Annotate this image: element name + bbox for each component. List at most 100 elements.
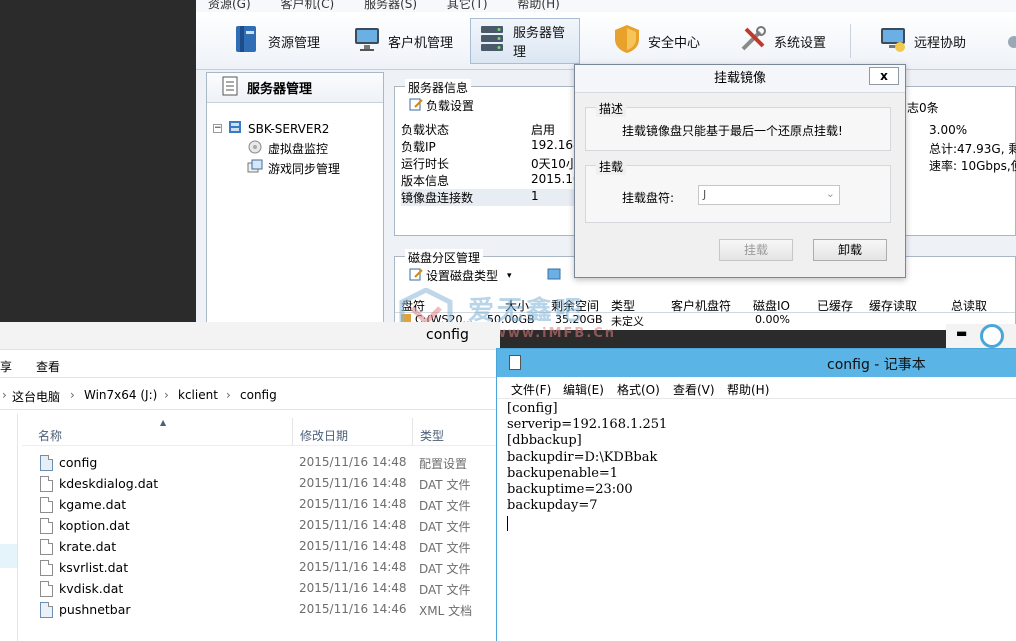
unmount-button[interactable]: 卸载 [813, 239, 887, 261]
breadcrumb-config[interactable]: config [240, 388, 277, 402]
file-row[interactable]: pushnetbar 2015/11/16 14:46 XML 文档 [22, 599, 500, 620]
disk-col-cached[interactable]: 已缓存 [817, 297, 853, 314]
menu-other[interactable]: 其它(T) [447, 0, 488, 11]
explorer-window-controls: ▬ [946, 324, 1016, 348]
config-file-icon [40, 455, 53, 471]
app-toolbar: 资源管理 客户机管理 服务器管理 安全中心 系统设置 远程协助 [196, 12, 1016, 70]
explorer-titlebar: config [0, 322, 500, 350]
file-row[interactable]: config 2015/11/16 14:48 配置设置 [22, 452, 500, 473]
book-icon [232, 23, 262, 59]
breadcrumb-this-pc[interactable]: 这台电脑 [12, 388, 60, 405]
file-row[interactable]: kdeskdialog.dat 2015/11/16 14:48 DAT 文件 [22, 473, 500, 494]
file-row[interactable]: krate.dat 2015/11/16 14:48 DAT 文件 [22, 536, 500, 557]
address-bar[interactable]: › 这台电脑 › Win7x64 (J:) › kclient › config [0, 382, 500, 410]
disk-col-free[interactable]: 剩余空间 [551, 297, 599, 314]
server-small-icon [227, 119, 243, 138]
column-separator[interactable] [412, 418, 413, 446]
dat-file-icon [40, 518, 53, 534]
mount-button[interactable]: 挂载 [719, 239, 793, 261]
dropdown-arrow-icon[interactable]: ▾ [507, 271, 512, 281]
toolbar-security-button[interactable]: 安全中心 [606, 18, 706, 64]
minimize-icon[interactable]: ▬ [956, 326, 967, 340]
dat-file-icon [40, 560, 53, 576]
file-row[interactable]: kgame.dat 2015/11/16 14:48 DAT 文件 [22, 494, 500, 515]
dialog-titlebar: 挂载镜像 x [575, 65, 905, 93]
np-menu-view[interactable]: 查看(V) [673, 381, 715, 398]
tree-collapse-icon[interactable]: − [213, 124, 222, 133]
disk-col-cache-read[interactable]: 缓存读取 [869, 297, 917, 314]
menu-client[interactable]: 客户机(C) [281, 0, 335, 11]
np-menu-edit[interactable]: 编辑(E) [563, 381, 604, 398]
drive-letter-label: 挂载盘符: [622, 191, 675, 205]
toolbar-overflow-button[interactable] [996, 18, 1016, 64]
notepad-menubar: 文件(F) 编辑(E) 格式(O) 查看(V) 帮助(H) [497, 377, 1016, 399]
server-tree-panel: 服务器管理 − SBK-SERVER2 虚拟盘监控 游戏同步管理 [206, 72, 384, 330]
dialog-close-button[interactable]: x [869, 67, 899, 85]
tree-node-game-sync[interactable]: 游戏同步管理 [247, 159, 340, 178]
ribbon-tab-share[interactable]: 享 [0, 358, 12, 375]
menu-resources[interactable]: 资源(G) [208, 0, 251, 11]
file-row[interactable]: ksvrlist.dat 2015/11/16 14:48 DAT 文件 [22, 557, 500, 578]
description-group: 描述 挂载镜像盘只能基于最后一个还原点挂载! [585, 100, 891, 151]
shield-icon [612, 23, 642, 59]
breadcrumb-drive[interactable]: Win7x64 (J:) [84, 388, 157, 402]
file-row[interactable]: kvdisk.dat 2015/11/16 14:48 DAT 文件 [22, 578, 500, 599]
column-type[interactable]: 类型 [420, 427, 444, 444]
tree-node-server[interactable]: − SBK-SERVER2 [213, 119, 329, 138]
disk-total-text: 总计:47.93G, 剩 [929, 142, 1016, 156]
remote-monitor-icon [878, 23, 908, 59]
disk-col-total-read[interactable]: 总读取 [951, 297, 987, 314]
disk-col-client-drive[interactable]: 客户机盘符 [671, 297, 731, 314]
document-icon [221, 76, 239, 100]
file-list-header: 名称 ▲ 修改日期 类型 [22, 418, 500, 446]
toolbar-client-button[interactable]: 客户机管理 [346, 18, 459, 64]
breadcrumb-separator-icon: › [2, 388, 7, 402]
navigation-pane[interactable] [0, 414, 18, 641]
disc-icon [247, 139, 263, 158]
toolbar-resources-button[interactable]: 资源管理 [226, 18, 326, 64]
toolbar-settings-button[interactable]: 系统设置 [732, 18, 832, 64]
left-panel-title: 服务器管理 [247, 82, 313, 97]
menu-server[interactable]: 服务器(S) [364, 0, 417, 11]
set-disk-type-button[interactable]: 设置磁盘类型 ▾ [409, 267, 512, 284]
tree-node-vdisk-monitor[interactable]: 虚拟盘监控 [247, 139, 328, 158]
toolbar-server-button[interactable]: 服务器管理 [470, 18, 580, 64]
description-title: 描述 [596, 100, 627, 117]
toolbar-remote-button[interactable]: 远程协助 [872, 18, 972, 64]
file-row[interactable]: koption.dat 2015/11/16 14:48 DAT 文件 [22, 515, 500, 536]
notepad-text-area[interactable]: [config] serverip=192.168.1.251 [dbbacku… [507, 401, 667, 514]
np-menu-file[interactable]: 文件(F) [511, 381, 551, 398]
np-menu-help[interactable]: 帮助(H) [727, 381, 769, 398]
disk-col-io[interactable]: 磁盘IO [753, 297, 790, 314]
np-menu-format[interactable]: 格式(O) [617, 381, 660, 398]
dialog-title: 挂载镜像 [713, 71, 766, 86]
disk-toolbar-icon[interactable] [547, 268, 561, 283]
column-date[interactable]: 修改日期 [300, 427, 348, 444]
server-icon [477, 23, 507, 59]
disk-col-drive[interactable]: 盘符 [401, 297, 425, 314]
dat-file-icon [40, 539, 53, 555]
edit-icon [409, 97, 423, 114]
load-settings-button[interactable]: 负载设置 [409, 97, 474, 114]
disk-col-type[interactable]: 类型 [611, 297, 635, 314]
maximize-icon[interactable] [980, 324, 1004, 348]
info-row-load-status: 负载状态 启用 [401, 123, 556, 137]
network-rate-text: 速率: 10Gbps,使 [929, 159, 1016, 173]
drive-letter-select[interactable]: J ⌄ [698, 185, 840, 205]
server-info-title: 服务器信息 [405, 79, 472, 96]
info-row-load-ip: 负载IP 192.168 [401, 138, 581, 154]
breadcrumb-kclient[interactable]: kclient [178, 388, 218, 402]
menu-help[interactable]: 帮助(H) [517, 0, 559, 11]
column-separator[interactable] [292, 418, 293, 446]
left-panel-header: 服务器管理 [207, 73, 383, 103]
ribbon-tab-view[interactable]: 查看 [36, 358, 60, 375]
cpu-usage-text: 3.00% [929, 123, 968, 137]
mount-group-title: 挂载 [596, 158, 627, 175]
breadcrumb-separator-icon: › [226, 388, 231, 402]
column-name[interactable]: 名称 [38, 427, 62, 444]
notepad-title: config - 记事本 [827, 357, 926, 373]
disk-col-size[interactable]: 大小 [505, 297, 529, 314]
nav-selected-item[interactable] [0, 544, 17, 568]
explorer-ribbon: 享 查看 [0, 350, 500, 378]
disk-table-header: 盘符 大小 剩余空间 类型 客户机盘符 磁盘IO 已缓存 缓存读取 总读取 [395, 297, 1015, 313]
